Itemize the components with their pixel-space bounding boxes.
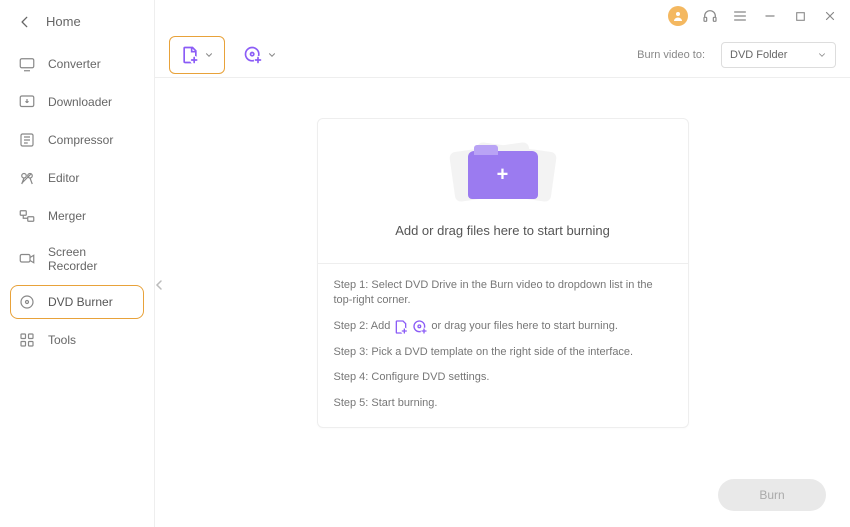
add-disc-icon [412,319,428,335]
sidebar: Home Converter Downloader Compressor Edi… [0,0,155,527]
step-2: Step 2: Add or drag your files here to s… [334,319,672,335]
sidebar-item-converter[interactable]: Converter [10,47,144,81]
sidebar-item-dvd-burner[interactable]: DVD Burner [10,285,144,319]
sidebar-title: Home [46,14,81,29]
close-icon[interactable] [822,8,838,24]
burn-to-label: Burn video to: [637,49,705,61]
minimize-icon[interactable] [762,8,778,24]
chevron-down-icon [267,50,277,60]
chevron-down-icon [817,50,827,60]
add-file-button[interactable] [169,36,225,74]
converter-icon [18,55,36,73]
sidebar-item-downloader[interactable]: Downloader [10,85,144,119]
sidebar-item-label: Compressor [48,133,113,147]
steps: Step 1: Select DVD Drive in the Burn vid… [318,264,688,427]
add-file-icon [393,319,409,335]
add-disc-button[interactable] [235,39,285,71]
sidebar-item-label: Converter [48,57,101,71]
compressor-icon [18,131,36,149]
step-3: Step 3: Pick a DVD template on the right… [334,345,672,360]
headphones-icon[interactable] [702,8,718,24]
maximize-icon[interactable] [792,8,808,24]
burn-to-select[interactable]: DVD Folder [721,42,836,68]
toolbar: Burn video to: DVD Folder [155,32,850,78]
step-4: Step 4: Configure DVD settings. [334,370,672,385]
sidebar-item-label: Merger [48,209,86,223]
sidebar-item-label: Downloader [48,95,112,109]
downloader-icon [18,93,36,111]
menu-icon[interactable] [732,8,748,24]
drop-text: Add or drag files here to start burning [395,223,610,238]
drop-panel: + Add or drag files here to start burnin… [317,118,689,428]
merger-icon [18,207,36,225]
drop-zone[interactable]: + Add or drag files here to start burnin… [318,119,688,264]
sidebar-item-label: Screen Recorder [48,245,136,273]
content: + Add or drag files here to start burnin… [155,78,850,527]
tools-icon [18,331,36,349]
sidebar-item-tools[interactable]: Tools [10,323,144,357]
step-1: Step 1: Select DVD Drive in the Burn vid… [334,278,672,309]
main: Burn video to: DVD Folder + Add or drag … [155,0,850,527]
burn-button[interactable]: Burn [718,479,826,511]
sidebar-item-label: Editor [48,171,79,185]
sidebar-items: Converter Downloader Compressor Editor M… [0,41,154,363]
back-icon[interactable] [18,15,32,29]
sidebar-item-label: Tools [48,333,76,347]
add-disc-icon [243,45,263,65]
chevron-down-icon [204,50,214,60]
titlebar [155,0,850,32]
sidebar-item-compressor[interactable]: Compressor [10,123,144,157]
folder-plus-icon: + [458,145,548,205]
editor-icon [18,169,36,187]
screen-recorder-icon [18,250,36,268]
dvd-burner-icon [18,293,36,311]
sidebar-item-editor[interactable]: Editor [10,161,144,195]
burn-to-value: DVD Folder [730,49,787,61]
step-5: Step 5: Start burning. [334,396,672,411]
user-avatar-icon[interactable] [668,6,688,26]
sidebar-item-label: DVD Burner [48,295,113,309]
sidebar-item-screen-recorder[interactable]: Screen Recorder [10,237,144,281]
sidebar-item-merger[interactable]: Merger [10,199,144,233]
sidebar-header: Home [0,0,154,41]
footer: Burn [718,479,826,511]
add-file-icon [180,45,200,65]
